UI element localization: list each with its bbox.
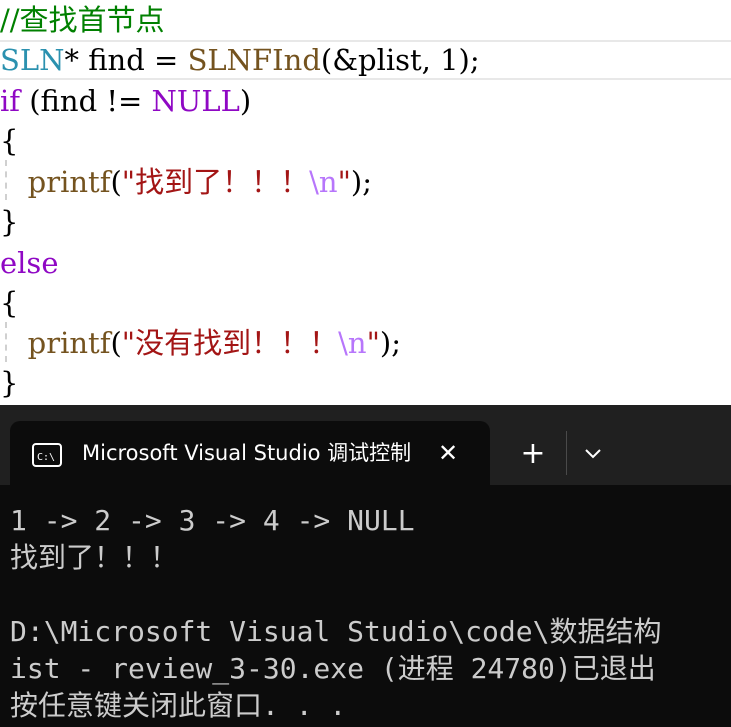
- code-line[interactable]: {: [0, 121, 731, 161]
- code-editor[interactable]: //查找首节点 SLN* find = SLNFInd(&plist, 1); if…: [0, 0, 731, 405]
- code-token: NULL: [151, 84, 240, 118]
- code-line[interactable]: printf("找到了！！！\n");: [0, 162, 731, 202]
- code-token: ): [239, 84, 252, 118]
- code-line[interactable]: }: [0, 202, 731, 242]
- code-line[interactable]: if (find != NULL): [0, 81, 731, 121]
- console-app-icon: C:\: [32, 443, 62, 467]
- console-line: 找到了！！！: [10, 541, 179, 574]
- code-token: ": [337, 165, 351, 199]
- console-line: D:\Microsoft Visual Studio\code\数据结构: [10, 615, 662, 648]
- code-token: (&plist, 1);: [320, 43, 480, 77]
- code-token: }: [0, 205, 19, 239]
- code-token: find: [88, 43, 145, 77]
- tab-divider: [566, 431, 567, 475]
- code-token: );: [350, 165, 372, 199]
- console-line: 按任意键关闭此窗口. . .: [10, 689, 347, 722]
- code-line[interactable]: else: [0, 243, 731, 283]
- code-token: \n: [338, 326, 367, 360]
- code-token: printf: [27, 326, 111, 360]
- code-token: *: [64, 43, 89, 77]
- code-token: else: [0, 246, 59, 280]
- console-line: ist - review_3-30.exe (进程 24780)已退出: [10, 652, 656, 685]
- chevron-down-icon[interactable]: [578, 437, 608, 471]
- code-token: =: [144, 43, 188, 77]
- code-line[interactable]: SLN* find = SLNFInd(&plist, 1);: [0, 40, 731, 80]
- console-line: 1 -> 2 -> 3 -> 4 -> NULL: [10, 504, 415, 537]
- terminal-tab[interactable]: C:\ Microsoft Visual Studio 调试控制台 ✕: [10, 421, 490, 485]
- new-tab-button[interactable]: +: [516, 437, 550, 471]
- code-token: (: [110, 326, 122, 360]
- code-line[interactable]: printf("没有找到！！！\n");: [0, 323, 731, 363]
- code-token: (find !=: [20, 84, 152, 118]
- terminal-window[interactable]: C:\ Microsoft Visual Studio 调试控制台 ✕ + 1 …: [0, 405, 731, 727]
- code-token: ": [366, 326, 380, 360]
- close-icon[interactable]: ✕: [434, 439, 462, 467]
- indent-guide: [5, 322, 7, 362]
- code-token: "没有找到！！！: [121, 326, 339, 360]
- terminal-tab-bar: C:\ Microsoft Visual Studio 调试控制台 ✕ +: [0, 405, 731, 485]
- code-token: SLN: [0, 43, 65, 77]
- code-token: printf: [27, 165, 111, 199]
- code-token: {: [0, 286, 19, 320]
- code-line[interactable]: //查找首节点: [0, 0, 731, 40]
- code-token: SLNFInd: [187, 43, 321, 77]
- code-token: if: [0, 84, 21, 118]
- code-token: }: [0, 366, 19, 400]
- tab-title: Microsoft Visual Studio 调试控制台: [82, 441, 412, 465]
- code-line[interactable]: {: [0, 283, 731, 323]
- code-token: //查找首节点: [0, 3, 165, 37]
- code-token: {: [0, 124, 19, 158]
- code-token: \n: [309, 165, 338, 199]
- code-token: (: [110, 165, 122, 199]
- code-line[interactable]: }: [0, 363, 731, 403]
- svg-text:C:\: C:\: [37, 452, 55, 463]
- code-token: "找到了！！！: [121, 165, 310, 199]
- code-token: );: [379, 326, 401, 360]
- indent-guide: [5, 160, 7, 200]
